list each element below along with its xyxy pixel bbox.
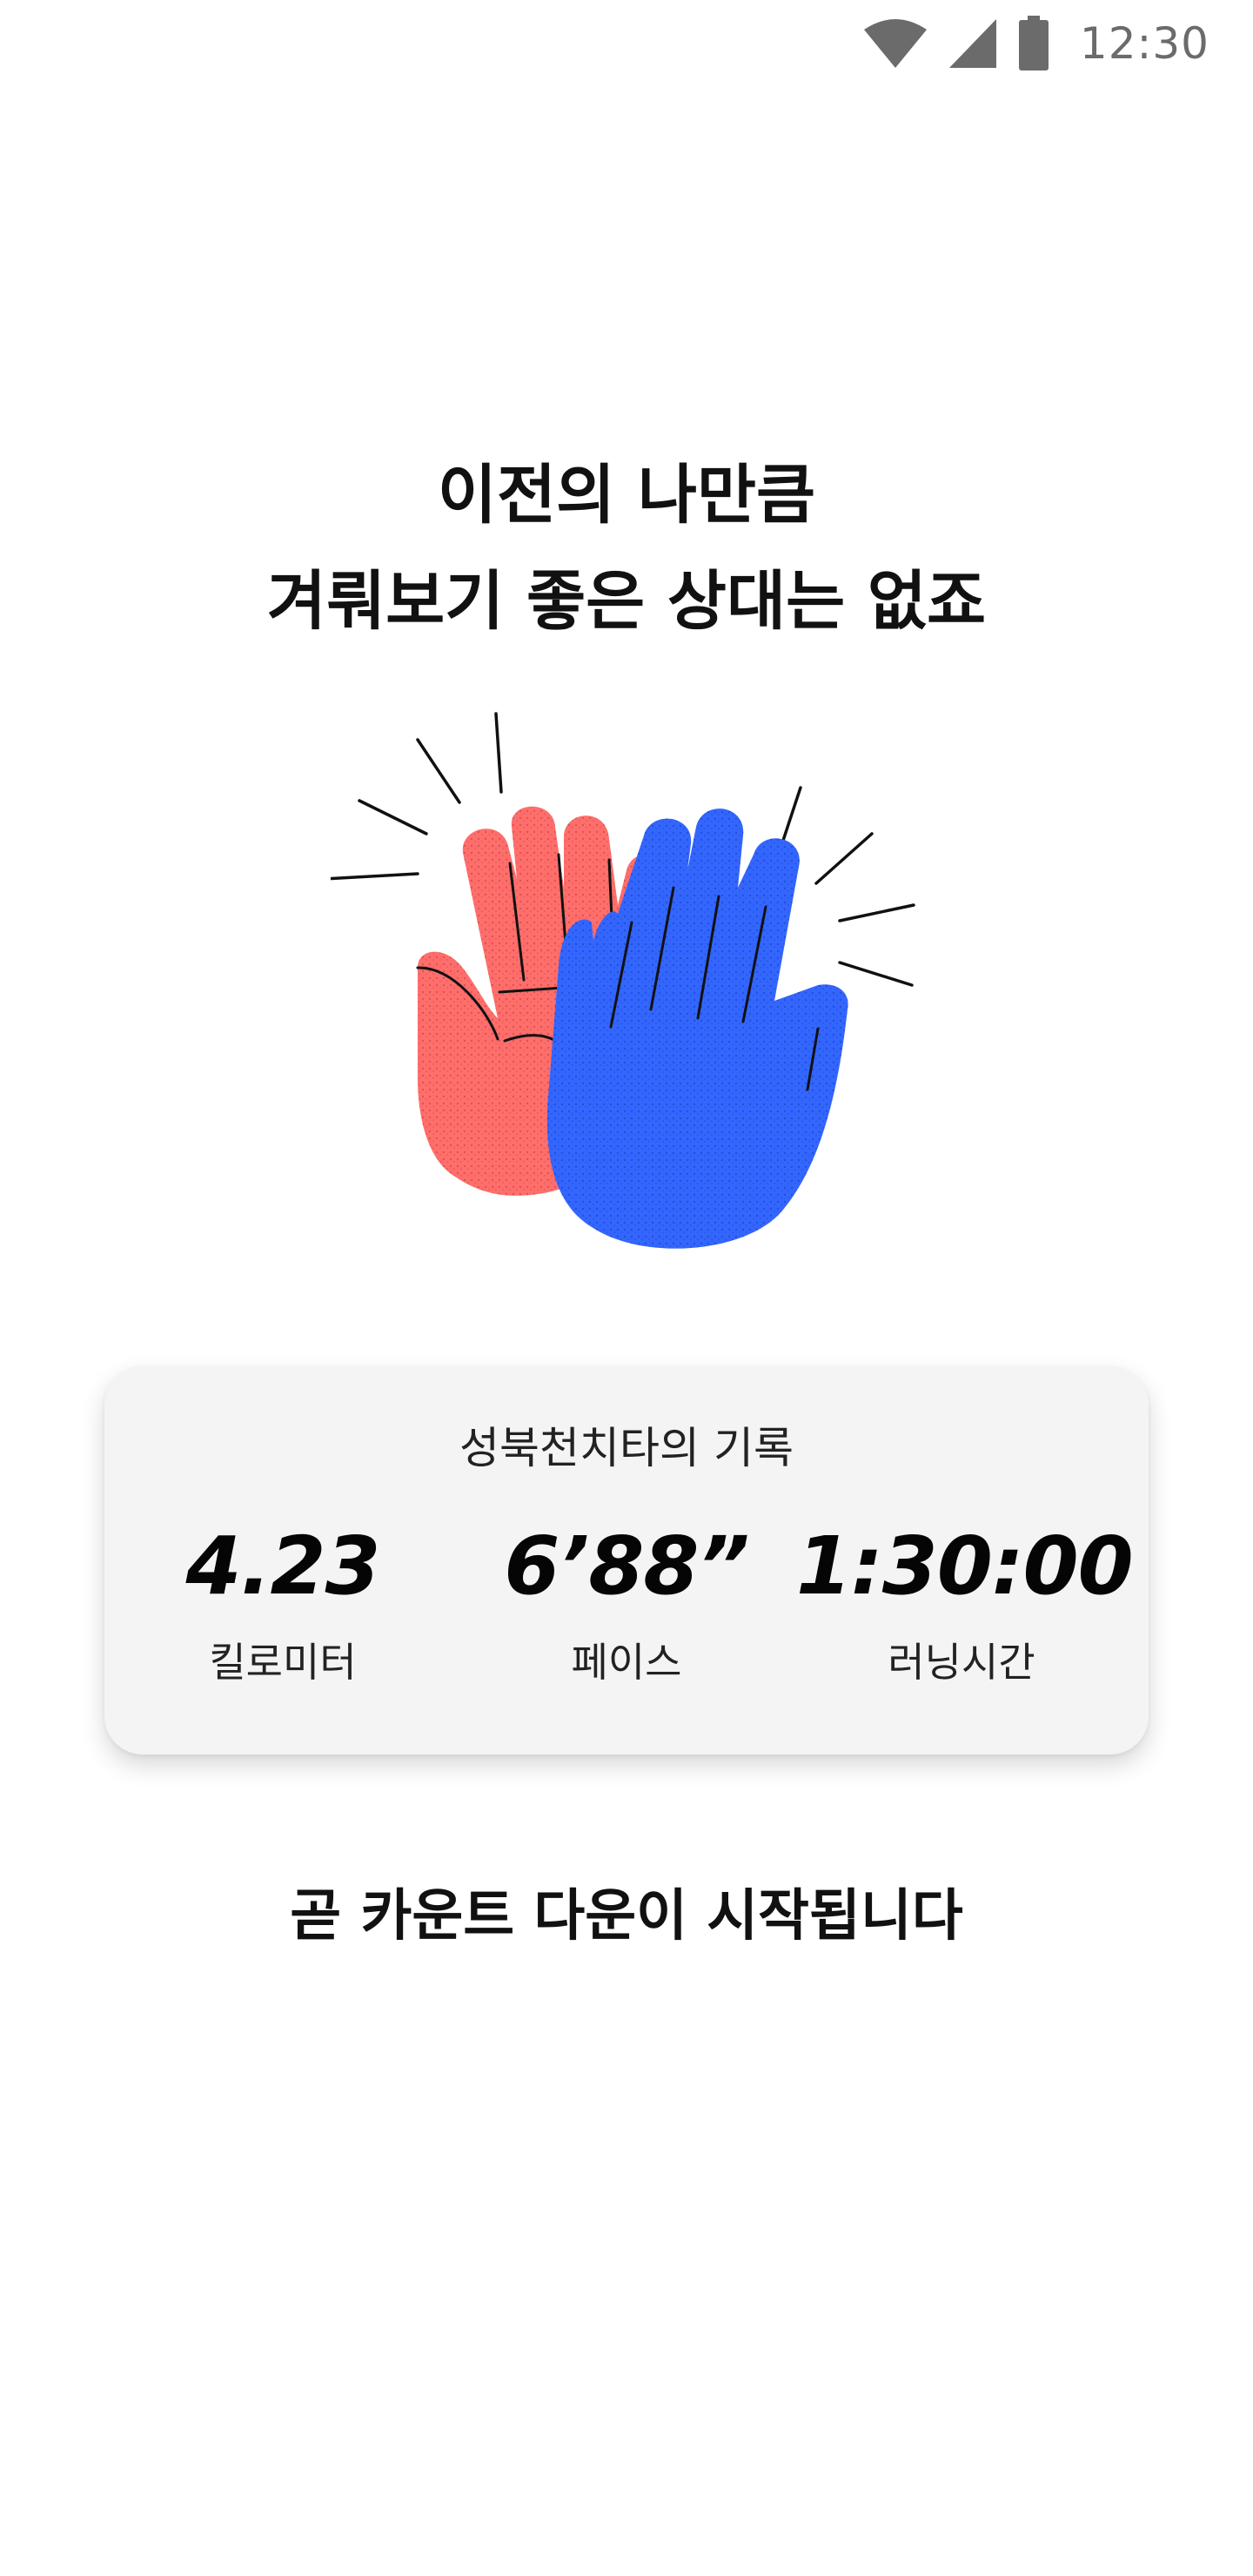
headline: 이전의 나만큼 겨뤄보기 좋은 상대는 없죠 — [0, 442, 1253, 654]
status-bar: 12:30 — [0, 0, 1253, 84]
headline-line-1: 이전의 나만큼 — [437, 458, 816, 533]
stat-distance: 4.23 킬로미터 — [117, 1523, 448, 1688]
status-time: 12:30 — [1079, 18, 1209, 69]
battery-icon — [1017, 16, 1050, 71]
countdown-message: 곧 카운트 다운이 시작됩니다 — [290, 1884, 963, 1949]
stat-distance-label: 킬로미터 — [209, 1639, 357, 1686]
stat-running-time: 1:30:00 러닝시간 — [796, 1519, 1134, 1688]
signal-icon — [948, 17, 998, 70]
record-card-title: 성북천치타의 기록 — [459, 1423, 794, 1473]
countdown-screen: 12:30 이전의 나만큼 겨뤄보기 좋은 상대는 없죠 성북천치타의 기록 4… — [0, 0, 1253, 2576]
record-card: 성북천치타의 기록 4.23 킬로미터 6’88” 페이스 1:30:00 러닝… — [104, 1366, 1149, 1754]
stat-pace-label: 페이스 — [571, 1639, 682, 1686]
headline-line-2: 겨뤄보기 좋은 상대는 없죠 — [266, 564, 987, 639]
wifi-icon — [862, 17, 928, 70]
status-icons: 12:30 — [862, 16, 1209, 71]
stat-pace-value: 6’88” — [504, 1519, 749, 1613]
stat-distance-value: 4.23 — [185, 1519, 381, 1613]
stat-running-time-label: 러닝시간 — [888, 1639, 1035, 1686]
burst-lines-right — [774, 786, 915, 987]
stat-running-time-value: 1:30:00 — [796, 1519, 1134, 1613]
high-five-hands-illustration — [322, 705, 922, 1279]
stat-pace: 6’88” 페이스 — [461, 1523, 792, 1688]
